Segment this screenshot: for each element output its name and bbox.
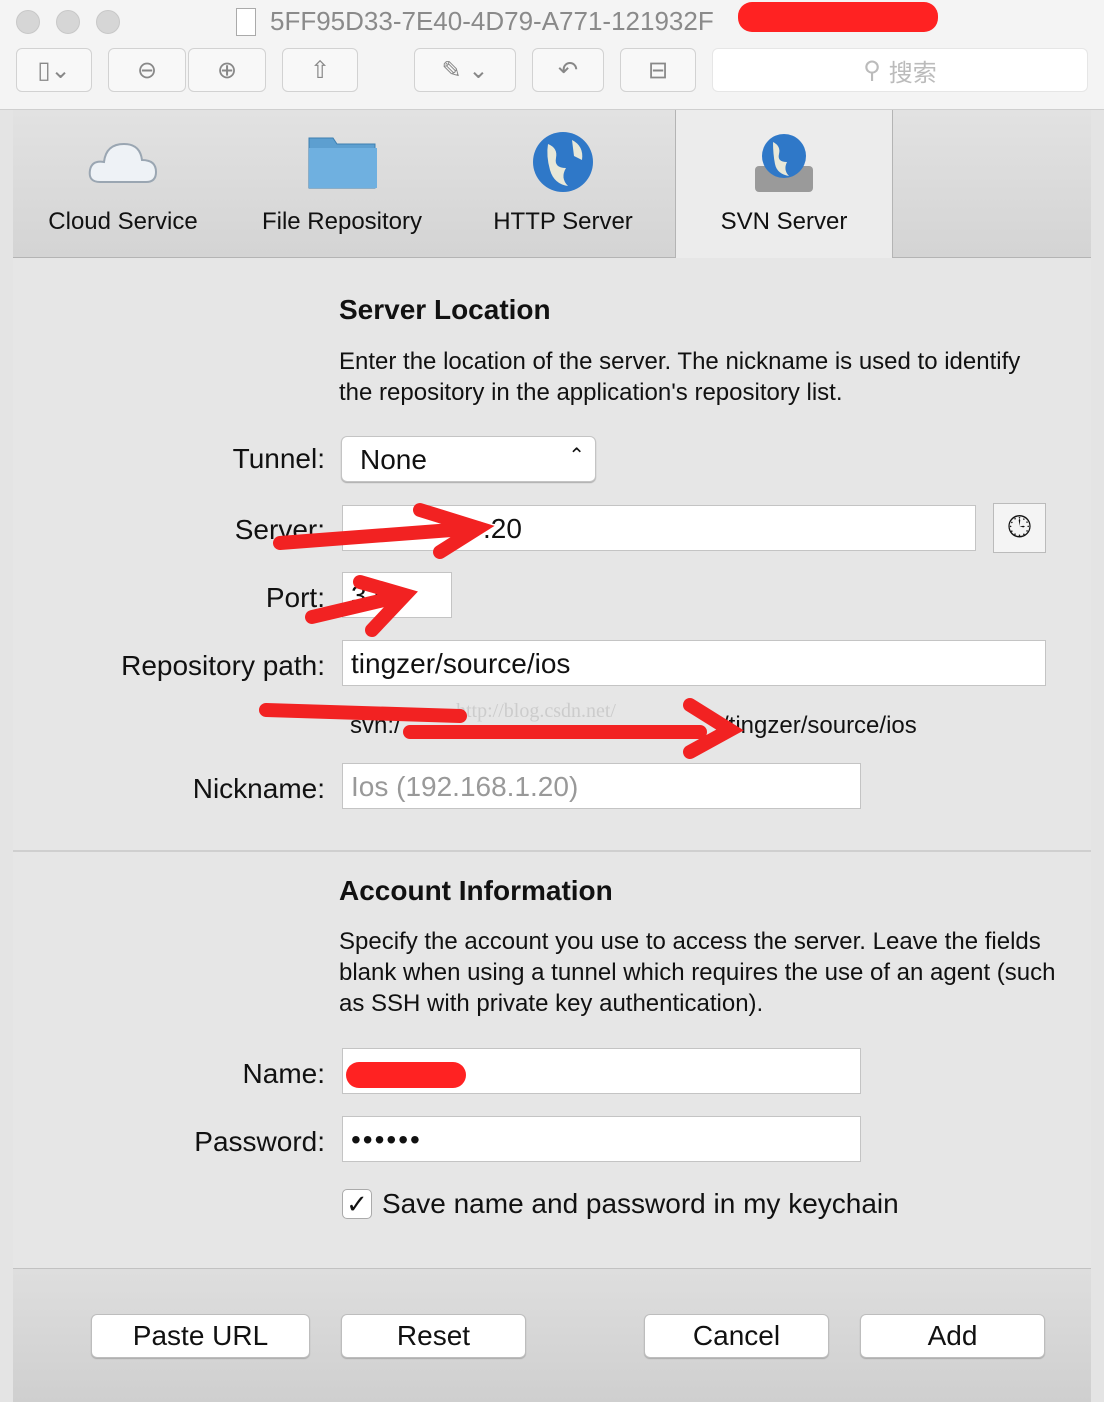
name-label: Name: bbox=[242, 1058, 325, 1089]
section-divider bbox=[13, 850, 1091, 852]
account-information-heading: Account Information bbox=[339, 875, 613, 906]
add-button[interactable]: Add bbox=[860, 1314, 1045, 1358]
password-input[interactable]: •••••• bbox=[342, 1116, 861, 1162]
reset-button[interactable]: Reset bbox=[341, 1314, 526, 1358]
keychain-checkbox[interactable]: ✓ bbox=[342, 1189, 372, 1219]
redaction-mark bbox=[346, 1062, 466, 1088]
account-description: Specify the account you use to access th… bbox=[339, 928, 1056, 1017]
server-arrow bbox=[273, 503, 495, 559]
checkmark-icon: ✓ bbox=[346, 1189, 368, 1219]
port-arrow bbox=[305, 575, 418, 637]
keychain-label: Save name and password in my keychain bbox=[382, 1188, 899, 1219]
path-arrow bbox=[259, 698, 744, 759]
password-label: Password: bbox=[194, 1126, 325, 1157]
paste-url-button[interactable]: Paste URL bbox=[91, 1314, 310, 1358]
cancel-button[interactable]: Cancel bbox=[644, 1314, 829, 1358]
